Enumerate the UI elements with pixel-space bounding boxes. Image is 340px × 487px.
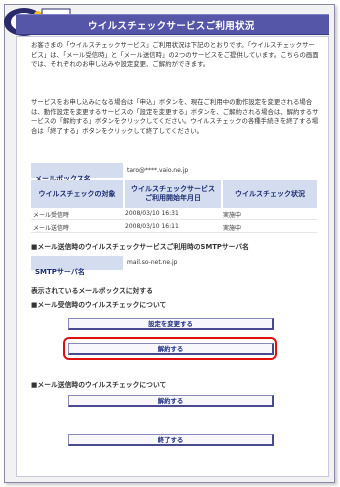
mailbox-label-cell: メールボックス名 bbox=[31, 163, 123, 183]
header-start-date: ウイルスチェックサービス ご利用開始年月日 bbox=[125, 180, 221, 208]
row-target: メール送信時 bbox=[33, 225, 70, 232]
row-date: 2008/03/10 16:31 bbox=[125, 210, 179, 217]
title-bar: ウイルスチェックサービスご利用状況 bbox=[16, 14, 329, 35]
mailbox-value: taro@****.vaio.ne.jp bbox=[127, 167, 189, 174]
intro-paragraph-1: お客さまの「ウイルスチェックサービス」ご利用状況は下記のとおりです。「ウイルスチ… bbox=[31, 41, 319, 69]
page-title: ウイルスチェックサービスご利用状況 bbox=[88, 21, 255, 32]
header-start-date-text: ウイルスチェックサービス ご利用開始年月日 bbox=[131, 185, 215, 202]
displayed-for-heading: 表示されているメールボックスに対する bbox=[31, 287, 153, 295]
cancel-outgoing-button[interactable]: 解約する bbox=[68, 395, 274, 407]
row-date: 2008/03/10 16:11 bbox=[125, 223, 179, 230]
header-target: ウイルスチェックの対象 bbox=[31, 180, 123, 208]
smtp-heading: ■メール送信時のウイルスチェックサービスご利用時のSMTPサーバ名 bbox=[31, 243, 249, 251]
finish-button[interactable]: 終了する bbox=[68, 434, 274, 446]
row-status: 実施中 bbox=[223, 212, 242, 219]
smtp-label: SMTPサーバ名 bbox=[35, 268, 85, 276]
content-panel: お客さまの「ウイルスチェックサービス」ご利用状況は下記のとおりです。「ウイルスチ… bbox=[16, 36, 329, 477]
outgoing-section-title: ■メール送信時のウイルスチェックについて bbox=[31, 381, 167, 389]
incoming-section-title: ■メール受信時のウイルスチェックについて bbox=[31, 301, 167, 309]
header-status: ウイルスチェック状況 bbox=[223, 180, 317, 208]
intro-paragraph-2: サービスをお申し込みになる場合は「申込」ボタンを、現在ご利用中の動作設定を変更さ… bbox=[31, 98, 319, 135]
cancel-incoming-button[interactable]: 解約する bbox=[68, 343, 274, 355]
table-row: メール送信時 2008/03/10 16:11 実施中 bbox=[31, 221, 317, 233]
smtp-value: mail.so-net.ne.jp bbox=[127, 259, 178, 266]
change-settings-button[interactable]: 設定を変更する bbox=[68, 318, 274, 330]
table-row: メール受信時 2008/03/10 16:31 実施中 bbox=[31, 208, 317, 220]
smtp-label-cell: SMTPサーバ名 bbox=[31, 256, 123, 276]
row-target: メール受信時 bbox=[33, 212, 70, 219]
row-status: 実施中 bbox=[223, 225, 242, 232]
